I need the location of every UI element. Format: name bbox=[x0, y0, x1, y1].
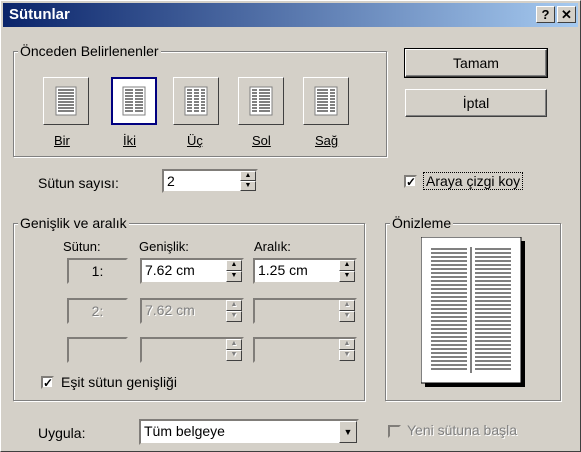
spin-up-icon: ▲ bbox=[339, 339, 355, 350]
preset-one[interactable] bbox=[43, 77, 89, 125]
column-count-label: Sütun sayısı: bbox=[38, 175, 119, 191]
spin-down-icon[interactable]: ▼ bbox=[240, 181, 256, 191]
help-button[interactable]: ? bbox=[536, 6, 555, 23]
spin-down-icon[interactable]: ▼ bbox=[339, 271, 355, 282]
spin-up-icon: ▲ bbox=[339, 300, 355, 311]
preset-right[interactable] bbox=[303, 77, 349, 125]
new-column-label: Yeni sütuna başla bbox=[407, 422, 518, 438]
presets-group-label: Önceden Belirlenenler bbox=[18, 43, 161, 59]
preset-one-label[interactable]: Bir bbox=[54, 133, 70, 148]
equal-width-checkbox[interactable]: ✓ bbox=[41, 376, 54, 389]
close-button[interactable]: ✕ bbox=[557, 6, 576, 23]
preset-two[interactable] bbox=[111, 77, 157, 125]
spin-down-icon: ▼ bbox=[226, 350, 242, 361]
line-between-checkbox[interactable]: ✓ bbox=[404, 175, 417, 188]
column-2-width-stepper: 7.62 cm ▲ ▼ bbox=[140, 298, 244, 324]
two-column-icon bbox=[122, 86, 146, 116]
column-number-1: 1: bbox=[67, 258, 128, 284]
dialog-title: Sütunlar bbox=[9, 6, 70, 23]
column-3-spacing-stepper: ▲ ▼ bbox=[253, 337, 357, 363]
column-count-value: 2 bbox=[167, 173, 175, 189]
apply-to-value: Tüm belgeye bbox=[144, 423, 225, 439]
columns-dialog: Sütunlar ? ✕ Önceden Belirlenenler Bir İ… bbox=[0, 0, 581, 452]
apply-to-dropdown[interactable]: Tüm belgeye ▼ bbox=[139, 419, 359, 445]
preset-two-label[interactable]: İki bbox=[123, 133, 136, 148]
column-2-spacing-stepper: ▲ ▼ bbox=[253, 298, 357, 324]
spin-up-icon: ▲ bbox=[226, 339, 242, 350]
width-header: Genişlik: bbox=[139, 239, 189, 254]
left-column-icon bbox=[249, 86, 273, 116]
spacing-header: Aralık: bbox=[254, 239, 291, 254]
column-1-spacing-stepper[interactable]: 1.25 cm ▲ ▼ bbox=[253, 258, 357, 284]
column-number-3 bbox=[67, 337, 128, 363]
preset-three-label[interactable]: Üç bbox=[187, 133, 203, 148]
column-1-spacing-value: 1.25 cm bbox=[258, 262, 308, 278]
column-1-width-stepper[interactable]: 7.62 cm ▲ ▼ bbox=[140, 258, 244, 284]
spin-up-icon[interactable]: ▲ bbox=[226, 260, 242, 271]
column-2-width-value: 7.62 cm bbox=[145, 302, 195, 318]
apply-to-label: Uygula: bbox=[38, 425, 86, 441]
line-between-label[interactable]: Araya çizgi koy bbox=[423, 172, 524, 190]
preview-group-label: Önizleme bbox=[390, 215, 454, 231]
three-column-icon bbox=[184, 86, 208, 116]
spin-down-icon: ▼ bbox=[339, 311, 355, 322]
cancel-button[interactable]: İptal bbox=[405, 89, 547, 117]
new-column-checkbox bbox=[388, 425, 401, 438]
preset-left-label[interactable]: Sol bbox=[252, 133, 271, 148]
spin-down-icon: ▼ bbox=[339, 350, 355, 361]
ok-button[interactable]: Tamam bbox=[404, 48, 548, 78]
preset-three[interactable] bbox=[173, 77, 219, 125]
page-preview-icon bbox=[421, 237, 525, 387]
column-count-stepper[interactable]: 2 ▲ ▼ bbox=[162, 169, 258, 193]
preset-right-label[interactable]: Sağ bbox=[315, 133, 338, 148]
title-bar[interactable]: Sütunlar ? ✕ bbox=[3, 3, 578, 27]
one-column-icon bbox=[55, 86, 77, 116]
column-number-2: 2: bbox=[67, 298, 128, 324]
equal-width-label[interactable]: Eşit sütun genişliği bbox=[61, 374, 177, 390]
width-spacing-group-label: Genişlik ve aralık bbox=[18, 215, 129, 231]
spin-down-icon[interactable]: ▼ bbox=[226, 271, 242, 282]
spin-up-icon: ▲ bbox=[226, 300, 242, 311]
preset-left[interactable] bbox=[238, 77, 284, 125]
chevron-down-icon[interactable]: ▼ bbox=[339, 421, 357, 443]
right-column-icon bbox=[314, 86, 338, 116]
spin-up-icon[interactable]: ▲ bbox=[240, 171, 256, 181]
spin-up-icon[interactable]: ▲ bbox=[339, 260, 355, 271]
column-3-width-stepper: ▲ ▼ bbox=[140, 337, 244, 363]
column-header: Sütun: bbox=[63, 239, 101, 254]
spin-down-icon: ▼ bbox=[226, 311, 242, 322]
column-1-width-value: 7.62 cm bbox=[145, 262, 195, 278]
